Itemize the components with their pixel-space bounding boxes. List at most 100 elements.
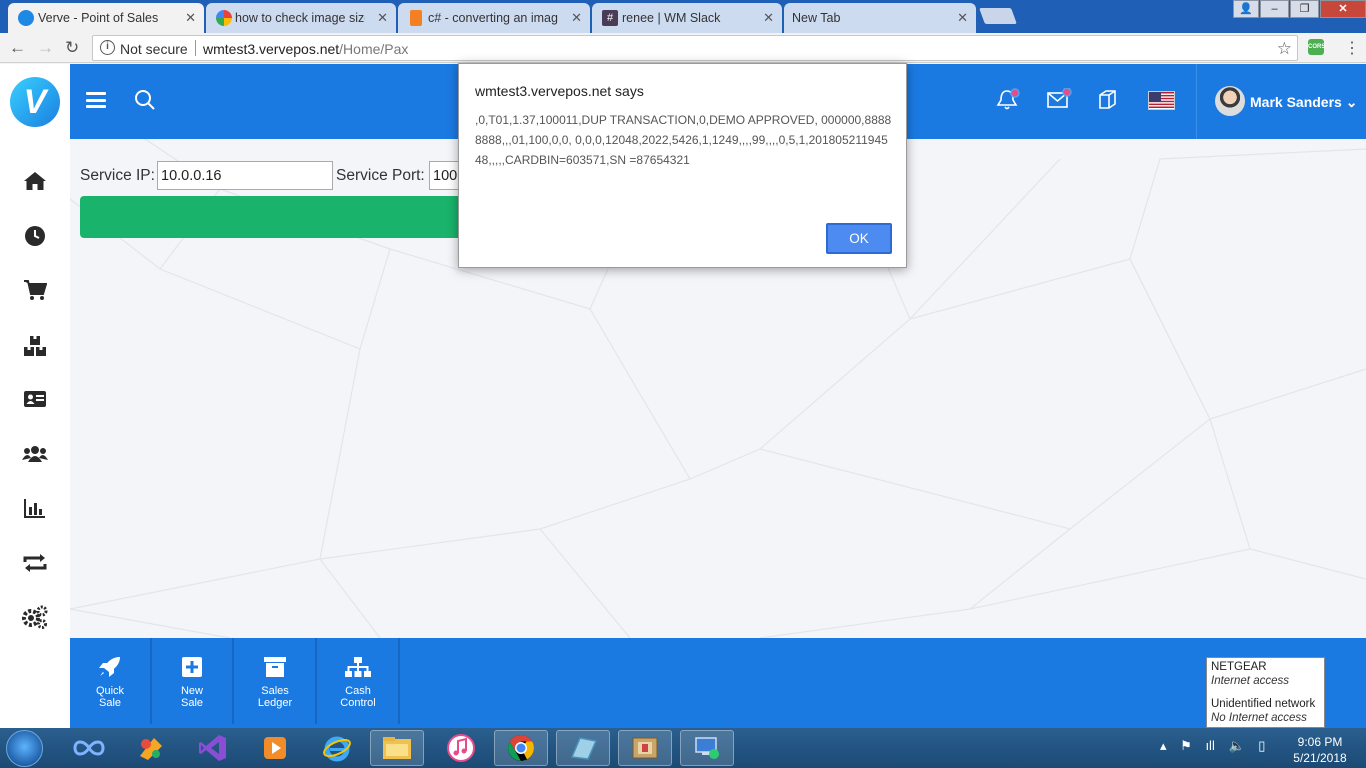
tab-close-icon[interactable]: ✕ [571, 10, 582, 26]
maximize-button[interactable]: ❐ [1290, 0, 1319, 18]
new-tab-button[interactable] [979, 8, 1017, 24]
bookmark-star-icon[interactable]: ☆ [1277, 39, 1292, 59]
new-sale-label: New Sale [180, 685, 204, 709]
alert-dialog: wmtest3.vervepos.net says ,0,T01,1.37,10… [458, 63, 907, 268]
new-sale-button[interactable]: New Sale [152, 638, 234, 724]
cart-icon[interactable] [22, 278, 48, 302]
itunes-icon[interactable] [434, 730, 488, 766]
bar-chart-icon[interactable] [22, 496, 48, 520]
tab-title: renee | WM Slack [622, 11, 721, 25]
sidebar: V [0, 64, 70, 728]
verve-favicon-icon [18, 10, 34, 26]
us-flag-icon[interactable] [1148, 91, 1175, 110]
media-player-icon[interactable] [248, 730, 302, 766]
messages-envelope-icon[interactable] [1046, 88, 1072, 112]
clock-icon[interactable] [22, 224, 48, 248]
user-profile-icon[interactable]: 👤 [1233, 0, 1259, 18]
quick-sale-button[interactable]: Quick Sale [70, 638, 152, 724]
sales-ledger-label: Sales Ledger [257, 685, 293, 709]
forward-arrow-icon[interactable]: → [37, 38, 54, 58]
notifications-bell-icon[interactable] [995, 88, 1021, 112]
hamburger-menu-icon[interactable] [86, 92, 106, 108]
tab-title: New Tab [792, 11, 841, 25]
user-name: Mark Sanders ⌄ [1250, 94, 1358, 110]
infinity-app-icon[interactable] [62, 730, 116, 766]
start-button[interactable] [6, 730, 43, 767]
tab-close-icon[interactable]: ✕ [763, 10, 774, 26]
plus-square-icon [182, 657, 202, 677]
search-icon[interactable] [134, 89, 156, 111]
close-window-button[interactable]: ✕ [1320, 0, 1366, 18]
tab-new-tab[interactable]: New Tab ✕ [784, 3, 976, 33]
tab-close-icon[interactable]: ✕ [377, 10, 388, 26]
archive-icon [264, 657, 286, 677]
window-controls: 👤 – ❐ ✕ [1232, 0, 1366, 18]
network-2-status: No Internet access [1211, 712, 1307, 724]
url-path: /Home/Pax [339, 41, 409, 57]
tab-close-icon[interactable]: ✕ [185, 10, 196, 26]
info-icon[interactable]: i [100, 40, 115, 55]
tab-title: Verve - Point of Sales [38, 11, 159, 25]
service-ip-label: Service IP: [80, 167, 155, 184]
service-ip-input[interactable] [157, 161, 333, 190]
network-status-tooltip: NETGEAR Internet access Unidentified net… [1206, 657, 1325, 728]
back-arrow-icon[interactable]: ← [9, 38, 26, 58]
network-1-name: NETGEAR [1211, 661, 1267, 673]
home-icon[interactable] [22, 169, 48, 193]
id-card-icon[interactable] [22, 387, 48, 411]
internet-explorer-icon[interactable] [310, 730, 364, 766]
sitemap-icon [345, 657, 371, 677]
tab-verve[interactable]: Verve - Point of Sales ✕ [8, 3, 204, 34]
volume-icon[interactable]: 🔈 [1228, 738, 1244, 753]
cors-extension-icon[interactable]: CORS [1308, 39, 1325, 55]
file-explorer-icon[interactable] [370, 730, 424, 766]
reload-icon[interactable]: ↻ [65, 38, 79, 58]
verve-logo[interactable]: V [10, 77, 60, 127]
battery-icon[interactable]: ▯ [1258, 738, 1265, 753]
quick-sale-label: Quick Sale [95, 685, 125, 709]
dialog-message: ,0,T01,1.37,100011,DUP TRANSACTION,0,DEM… [475, 113, 892, 167]
system-clock[interactable]: 9:06 PM 5/21/2018 [1280, 734, 1360, 766]
exchange-icon[interactable] [22, 551, 48, 575]
network-signal-icon[interactable]: ıll [1205, 738, 1214, 753]
tab-stackoverflow[interactable]: c# - converting an image ✕ [398, 3, 590, 33]
avatar[interactable] [1215, 86, 1245, 116]
address-bar[interactable]: i Not secure wmtest3.vervepos.net/Home/P… [92, 35, 1298, 61]
tab-title: c# - converting an image [428, 11, 558, 25]
chrome-icon[interactable] [494, 730, 548, 766]
slack-favicon-icon: # [602, 10, 618, 26]
archive-app-icon[interactable] [618, 730, 672, 766]
google-favicon-icon [216, 10, 232, 26]
tab-close-icon[interactable]: ✕ [957, 10, 968, 26]
network-1-status: Internet access [1211, 675, 1289, 687]
user-menu[interactable]: Mark Sanders ⌄ [1196, 64, 1357, 139]
browser-menu-icon[interactable]: ⋮ [1344, 38, 1360, 58]
action-center-flag-icon[interactable]: ⚑ [1180, 738, 1192, 753]
browser-toolbar: ← → ↻ i Not secure wmtest3.vervepos.net/… [0, 33, 1366, 63]
paint-app-icon[interactable] [124, 730, 178, 766]
tab-title: how to check image size [235, 11, 365, 25]
gears-icon[interactable] [22, 605, 48, 629]
ok-button[interactable]: OK [826, 223, 892, 254]
visual-studio-icon[interactable] [186, 730, 240, 766]
sales-ledger-button[interactable]: Sales Ledger [235, 638, 317, 724]
cash-control-button[interactable]: Cash Control [318, 638, 400, 724]
users-icon[interactable] [22, 442, 48, 466]
divider [195, 40, 196, 56]
show-hidden-icons-icon[interactable]: ▴ [1160, 738, 1167, 753]
service-port-label: Service Port: [336, 167, 425, 184]
tab-slack[interactable]: # renee | WM Slack ✕ [592, 3, 782, 33]
remote-desktop-icon[interactable] [680, 730, 734, 766]
network-2-name: Unidentified network [1211, 698, 1316, 710]
clock-date: 5/21/2018 [1293, 751, 1347, 765]
notepad-app-icon[interactable] [556, 730, 610, 766]
minimize-button[interactable]: – [1260, 0, 1289, 18]
cube-icon[interactable] [1096, 88, 1118, 112]
clock-time: 9:06 PM [1297, 735, 1343, 749]
dialog-title: wmtest3.vervepos.net says [475, 83, 644, 99]
tab-google[interactable]: how to check image size ✕ [206, 3, 396, 33]
boxes-icon[interactable] [22, 334, 48, 358]
rocket-icon [99, 657, 120, 677]
stackoverflow-favicon-icon [410, 10, 422, 26]
quick-actions-bar: Quick Sale New Sale Sales Ledger Cash Contro… [70, 638, 1366, 728]
